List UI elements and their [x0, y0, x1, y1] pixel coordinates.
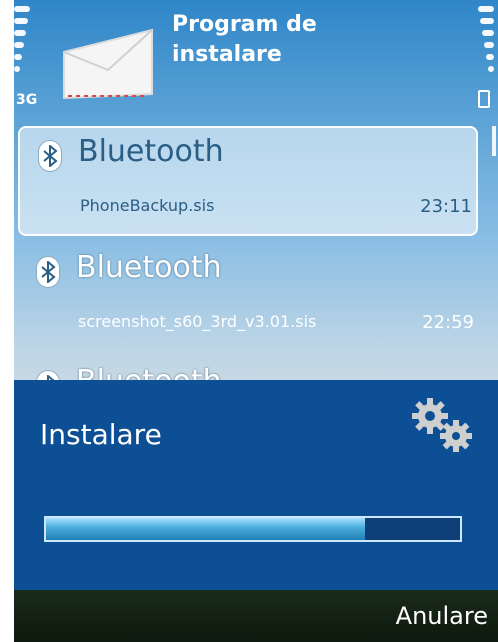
dialog-title: Instalare	[40, 418, 162, 451]
app-title-line1: Program de	[172, 12, 317, 37]
item-title: Bluetooth	[78, 134, 224, 169]
app-title: Program de instalare	[172, 10, 317, 70]
scrollbar[interactable]	[492, 126, 496, 156]
item-title: Bluetooth	[76, 250, 222, 285]
item-time: 23:11	[420, 196, 472, 217]
network-type: 3G	[16, 92, 38, 108]
list-item[interactable]: Bluetooth PhoneBackup.sis 23:11	[18, 126, 478, 236]
battery-icon	[478, 90, 490, 108]
screen: 3G Program de instalare Bluetooth PhoneB…	[14, 0, 498, 642]
item-time: 22:59	[422, 312, 474, 333]
progress-fill	[46, 518, 365, 540]
item-filename: PhoneBackup.sis	[80, 196, 215, 215]
install-dialog: Instalare	[14, 380, 498, 590]
bluetooth-icon	[38, 140, 62, 172]
item-filename: screenshot_s60_3rd_v3.01.sis	[78, 312, 317, 331]
envelope-icon	[60, 24, 156, 102]
battery-level-icon	[460, 6, 494, 96]
bluetooth-icon	[36, 256, 60, 288]
softkey-bar: Anulare	[14, 590, 498, 642]
app-title-line2: instalare	[172, 42, 282, 67]
gears-icon	[408, 394, 478, 462]
cancel-softkey[interactable]: Anulare	[396, 602, 488, 630]
signal-strength-icon	[14, 6, 48, 96]
install-progress-bar	[44, 516, 462, 542]
list-item[interactable]: Bluetooth screenshot_s60_3rd_v3.01.sis 2…	[18, 244, 478, 354]
